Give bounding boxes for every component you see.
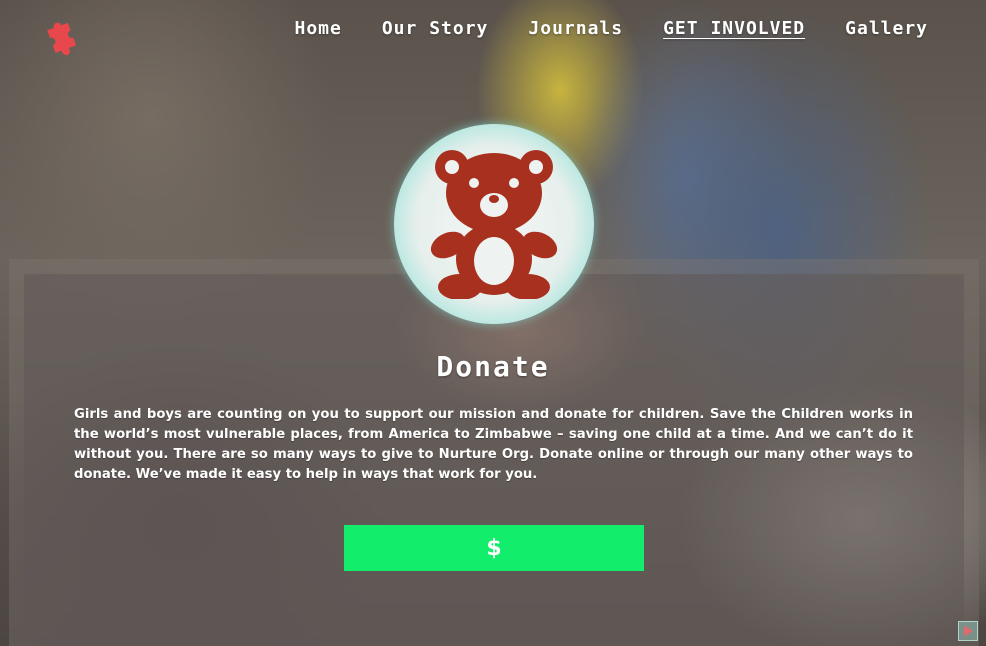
puzzle-piece-icon[interactable] [40,16,82,56]
donate-description: Girls and boys are counting on you to su… [74,407,913,482]
nav-our-story[interactable]: Our Story [382,18,489,39]
nav-home[interactable]: Home [294,18,341,39]
nav-get-involved[interactable]: GET INVOLVED [663,18,805,39]
teddy-bear-badge [394,124,594,324]
play-icon[interactable] [958,621,978,641]
main-nav: Home Our Story Journals GET INVOLVED Gal… [294,18,928,39]
donate-button[interactable]: $ [344,525,644,571]
nav-journals[interactable]: Journals [528,18,623,39]
nav-gallery[interactable]: Gallery [845,18,928,39]
teddy-bear-icon [430,150,558,299]
donate-title: Donate [436,350,550,383]
